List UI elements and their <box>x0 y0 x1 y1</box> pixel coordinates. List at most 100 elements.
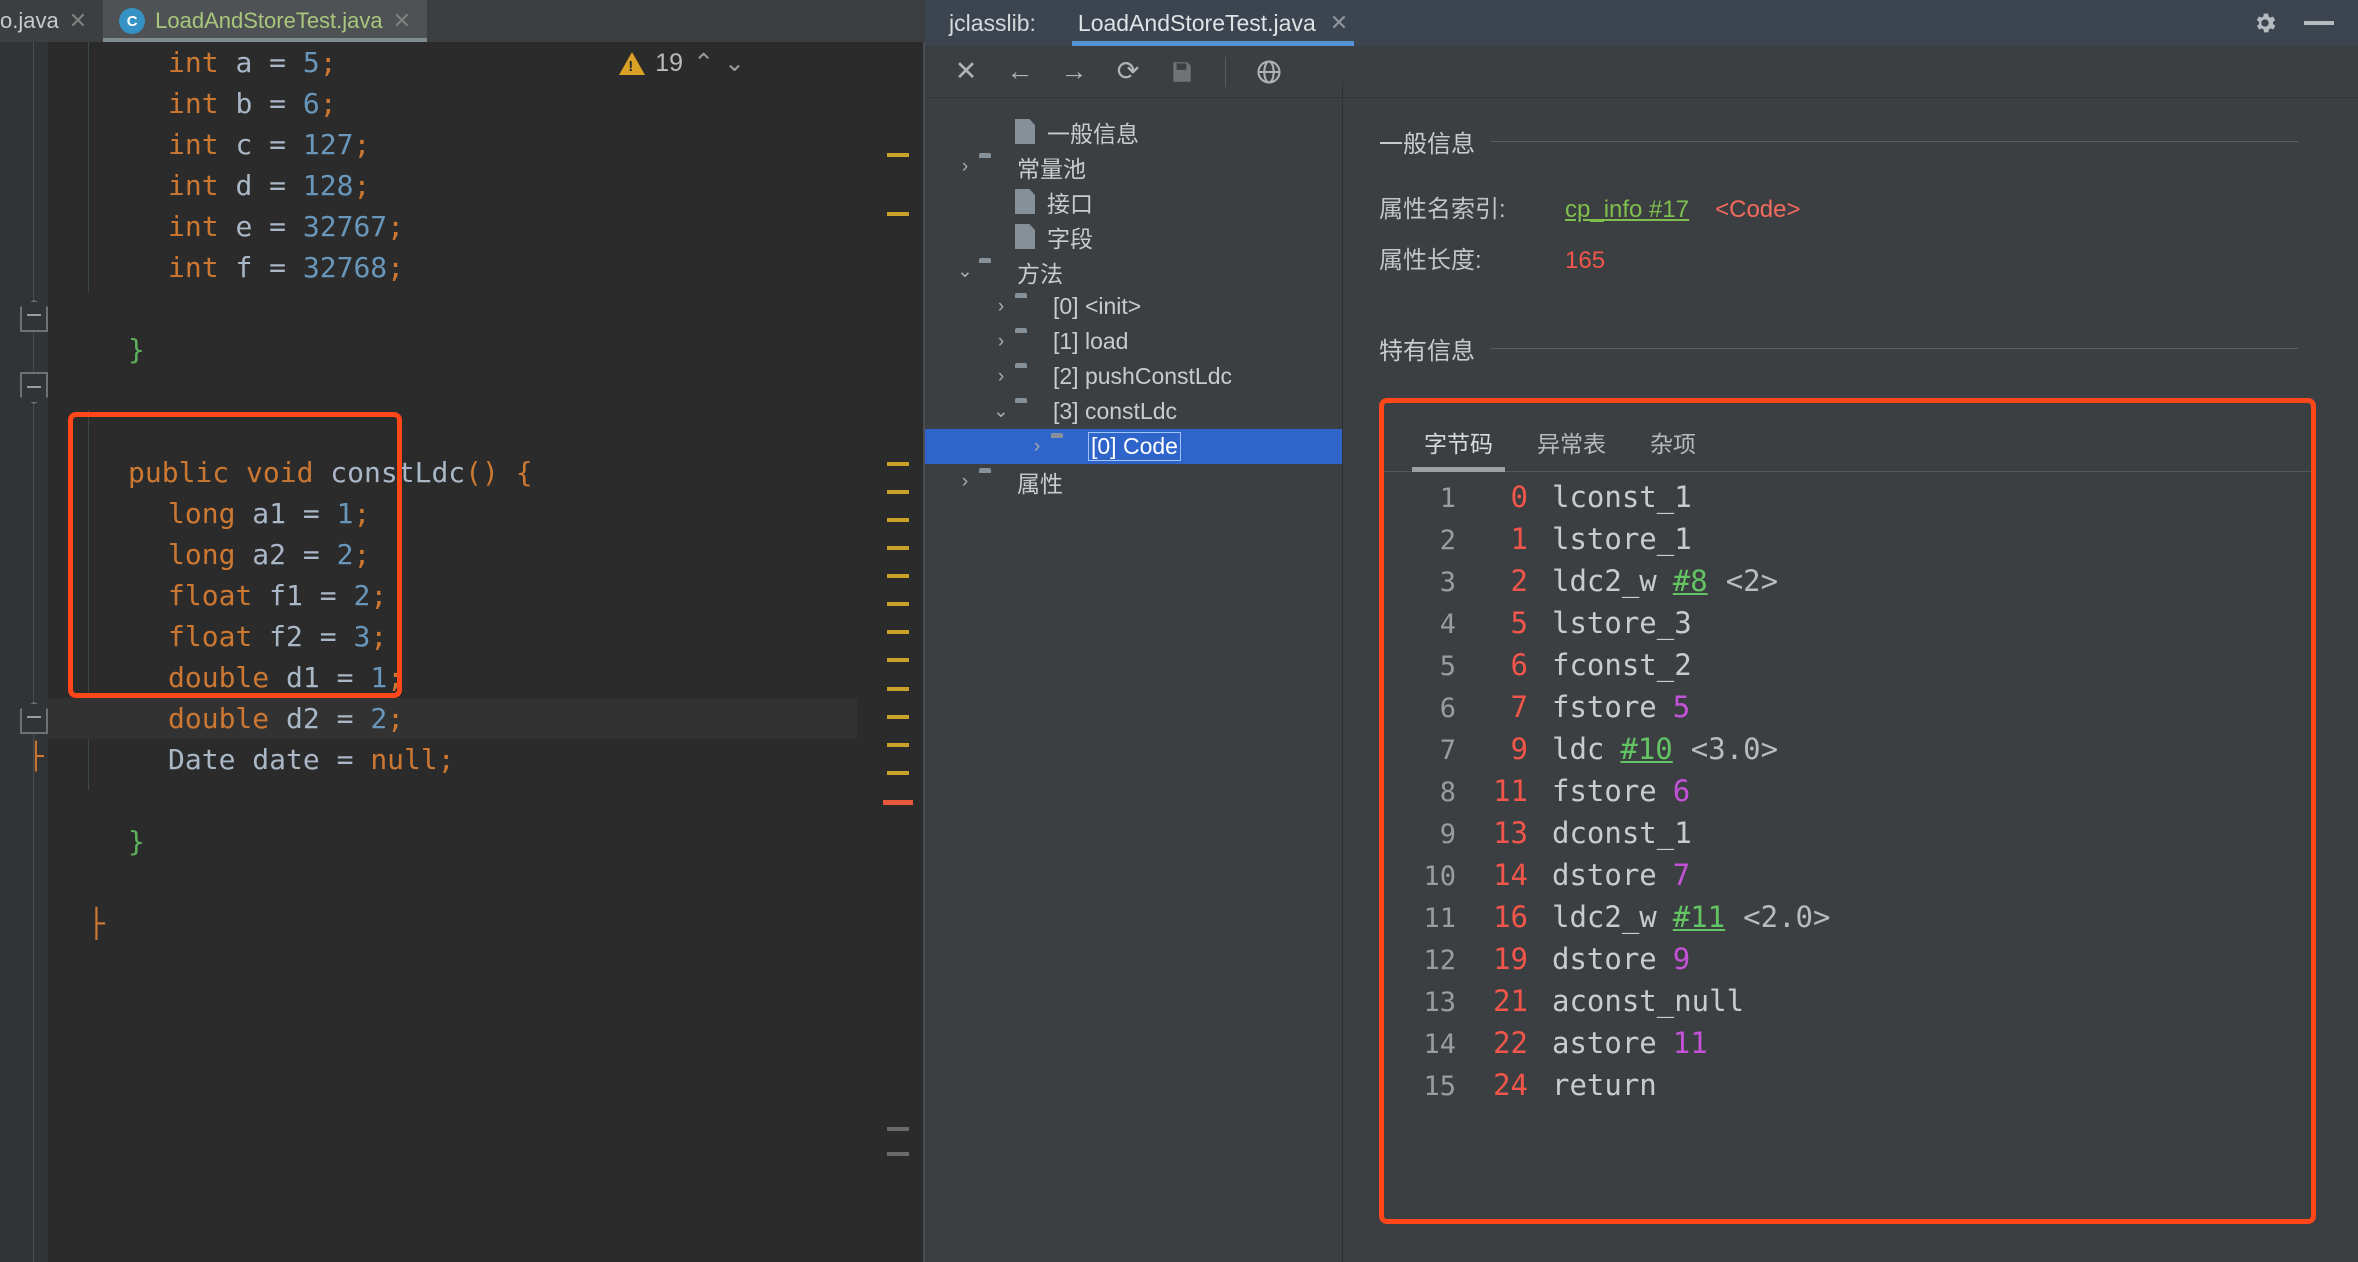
bytecode-row[interactable]: 12 19 dstore 9 <box>1398 942 2311 984</box>
bytecode-row[interactable]: 3 2 ldc2_w #8 <2> <box>1398 564 2311 606</box>
close-icon[interactable]: ✕ <box>393 8 411 34</box>
bytecode-row[interactable]: 11 16 ldc2_w #11 <2.0> <box>1398 900 2311 942</box>
close-icon[interactable]: ✕ <box>69 8 87 34</box>
fold-guide-line <box>33 42 34 1262</box>
code-text-area[interactable]: int a = 5; int b = 6; int c = 127; int d = … <box>48 42 857 1262</box>
bytecode-row[interactable]: 7 9 ldc #10 <3.0> <box>1398 732 2311 774</box>
chevron-down-icon[interactable]: ⌄ <box>724 48 745 78</box>
bytecode-instruction-list[interactable]: 1 0 lconst_1 2 1 lstore_1 3 2 ldc2_w #8 <2> 4 5 lstor… <box>1384 472 2311 1110</box>
bytecode-offset: 5 <box>1510 606 1528 640</box>
bytecode-row[interactable]: 10 14 dstore 7 <box>1398 858 2311 900</box>
bytecode-row[interactable]: 1 0 lconst_1 <box>1398 480 2311 522</box>
editor-tab-partial[interactable]: o.java ✕ <box>0 0 103 42</box>
chevron-right-icon[interactable]: › <box>987 366 1015 388</box>
close-icon[interactable]: ✕ <box>943 52 989 92</box>
bytecode-row[interactable]: 4 5 lstore_3 <box>1398 606 2311 648</box>
fold-marker-open[interactable] <box>20 300 48 332</box>
bytecode-tab-0[interactable]: 字节码 <box>1402 419 1515 472</box>
code-line: public void constLdc() { <box>128 456 533 489</box>
tree-node-4[interactable]: ⌄ 方法 <box>925 254 1343 289</box>
bytecode-index: 3 <box>1439 567 1456 598</box>
jclasslib-tab-loadandstoretest[interactable]: LoadAndStoreTest.java ✕ <box>1058 0 1368 46</box>
bytecode-tab-2[interactable]: 杂项 <box>1628 419 1718 471</box>
bytecode-row[interactable]: 13 21 aconst_null <box>1398 984 2311 1026</box>
tree-node-1[interactable]: › 常量池 <box>925 149 1343 184</box>
close-icon[interactable]: ✕ <box>1330 10 1348 36</box>
bytecode-row[interactable]: 15 24 return <box>1398 1068 2311 1110</box>
bytecode-offset: 6 <box>1510 648 1528 682</box>
jclasslib-tab-label: LoadAndStoreTest.java <box>1077 9 1316 36</box>
bytecode-tab-bar[interactable]: 字节码 异常表 杂项 <box>1384 403 2311 472</box>
fold-marker-close[interactable] <box>20 372 48 404</box>
tree-node-label: 方法 <box>1017 260 1063 287</box>
constant-pool-ref-link[interactable]: #8 <box>1673 564 1708 598</box>
attribute-name-value: <Code> <box>1715 196 1801 223</box>
code-line: ├ <box>88 907 105 940</box>
reload-icon[interactable]: ⟳ <box>1105 52 1151 92</box>
folder-icon <box>979 472 1005 492</box>
forward-arrow-icon[interactable]: → <box>1051 52 1097 92</box>
gear-icon[interactable] <box>2252 10 2278 36</box>
bytecode-index: 7 <box>1439 735 1456 766</box>
tree-node-2[interactable]: 接口 <box>925 184 1343 219</box>
bytecode-row[interactable]: 8 11 fstore 6 <box>1398 774 2311 816</box>
tree-node-8[interactable]: ⌄ [3] constLdc <box>925 394 1343 429</box>
tree-node-0[interactable]: 一般信息 <box>925 114 1343 149</box>
constant-pool-ref-link[interactable]: #10 <box>1620 732 1672 766</box>
specific-info-title: 特有信息 <box>1379 338 1475 365</box>
minimize-icon[interactable] <box>2304 21 2334 25</box>
inspection-warning-badge[interactable]: 19 ⌃ ⌄ <box>619 48 745 78</box>
bytecode-index: 6 <box>1439 693 1456 724</box>
tree-node-5[interactable]: › [0] <init> <box>925 289 1343 324</box>
chevron-down-icon[interactable]: ⌄ <box>951 260 979 283</box>
editor-marker-strip[interactable] <box>879 42 913 1262</box>
bytecode-row[interactable]: 14 22 astore 11 <box>1398 1026 2311 1068</box>
constant-pool-ref-link[interactable]: #11 <box>1673 900 1725 934</box>
chevron-right-icon[interactable]: › <box>951 156 979 178</box>
folder-icon <box>1015 332 1041 352</box>
bytecode-row[interactable]: 9 13 dconst_1 <box>1398 816 2311 858</box>
jclasslib-content: 一般信息 › 常量池 接口 字段 ⌄ 方法 › [0] <init> › [1] load › [2] … <box>925 82 2358 1262</box>
attribute-length-row: 属性长度: 165 <box>1379 240 2358 275</box>
bytecode-tab-1[interactable]: 异常表 <box>1515 419 1628 471</box>
tree-node-label: 属性 <box>1017 470 1063 497</box>
tree-node-7[interactable]: › [2] pushConstLdc <box>925 359 1343 394</box>
chevron-right-icon[interactable]: › <box>951 471 979 493</box>
fold-marker-open-2[interactable] <box>20 702 48 734</box>
bytecode-offset: 13 <box>1493 816 1528 850</box>
tree-node-6[interactable]: › [1] load <box>925 324 1343 359</box>
code-line: } <box>128 333 145 366</box>
warning-triangle-icon <box>619 51 646 75</box>
bytecode-mnemonic: ldc2_w <box>1552 900 1657 934</box>
bytecode-operand: 7 <box>1672 858 1691 892</box>
browse-web-icon[interactable] <box>1246 52 1292 92</box>
back-arrow-icon[interactable]: ← <box>997 52 1043 92</box>
attribute-length-value: 165 <box>1565 247 1606 274</box>
tree-node-3[interactable]: 字段 <box>925 219 1343 254</box>
attribute-length-label: 属性长度: <box>1379 247 1482 274</box>
bytecode-mnemonic: ldc2_w <box>1552 564 1657 598</box>
chevron-down-icon[interactable]: ⌄ <box>987 400 1015 423</box>
chevron-right-icon[interactable]: › <box>1023 436 1051 458</box>
chevron-up-icon[interactable]: ⌃ <box>693 48 714 78</box>
tree-node-10[interactable]: › 属性 <box>925 464 1343 499</box>
save-icon <box>1159 52 1205 92</box>
bytecode-offset: 0 <box>1510 480 1528 514</box>
cp-info-link[interactable]: cp_info #17 <box>1565 196 1689 224</box>
code-line: int c = 127; <box>168 128 371 161</box>
editor-tab-loadandstoretest[interactable]: C LoadAndStoreTest.java ✕ <box>103 0 428 42</box>
attribute-detail-pane: 一般信息 属性名索引: cp_info #17 <Code> 属性长度: 165 <box>1343 98 2358 1262</box>
chevron-right-icon[interactable]: › <box>987 296 1015 318</box>
java-class-icon: C <box>119 8 146 34</box>
bytecode-offset: 22 <box>1493 1026 1528 1060</box>
jclasslib-app-label: jclasslib: <box>949 9 1036 36</box>
bytecode-row[interactable]: 2 1 lstore_1 <box>1398 522 2311 564</box>
bytecode-mnemonic: dstore <box>1552 942 1657 976</box>
bytecode-row[interactable]: 5 6 fconst_2 <box>1398 648 2311 690</box>
classfile-tree[interactable]: 一般信息 › 常量池 接口 字段 ⌄ 方法 › [0] <init> › [1] load › [2] … <box>925 82 1343 1262</box>
chevron-right-icon[interactable]: › <box>987 331 1015 353</box>
tree-node-9[interactable]: › [0] Code <box>925 429 1343 464</box>
code-editor-pane: o.java ✕ C LoadAndStoreTest.java ✕ int a… <box>0 0 925 1262</box>
bytecode-row[interactable]: 6 7 fstore 5 <box>1398 690 2311 732</box>
